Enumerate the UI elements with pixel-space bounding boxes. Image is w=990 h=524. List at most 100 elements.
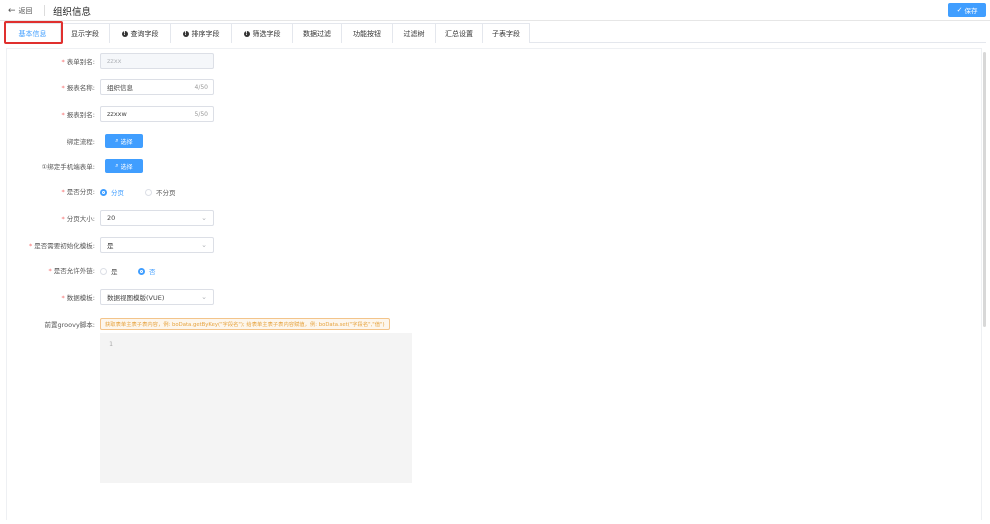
- tab-subtable-fields[interactable]: 子表字段: [482, 23, 530, 43]
- form-row-bind-flow: 绑定流程: ⌕ 选择: [0, 133, 990, 149]
- form-row-data-template: * 数据模板: 数据视图模版(VUE) ⌄: [0, 289, 990, 305]
- arrow-left-icon: ←: [8, 5, 16, 16]
- report-alias-input[interactable]: zzxxw 5/50: [100, 106, 214, 122]
- char-count: 4/50: [194, 83, 208, 91]
- required-mark: *: [61, 188, 65, 196]
- radio-label: 否: [149, 268, 156, 276]
- radio-dot: [100, 267, 107, 275]
- field-label: * 数据模板:: [61, 294, 95, 302]
- chevron-down-icon: ⌄: [201, 214, 207, 222]
- form-row-report-alias: * 报表别名: zzxxw 5/50: [0, 106, 990, 122]
- field-label: * 报表别名:: [61, 111, 95, 119]
- radio-external-yes[interactable]: 是: [100, 266, 118, 276]
- required-mark: *: [61, 58, 65, 66]
- form-row-table-alias: * 表单别名: zzxx: [0, 53, 990, 69]
- select-value: 是: [107, 242, 114, 250]
- init-template-select[interactable]: 是 ⌄: [100, 237, 214, 253]
- tab-data-filter[interactable]: 数据过滤: [292, 23, 342, 43]
- info-icon: !: [182, 30, 189, 37]
- save-button[interactable]: ✓ 保存: [948, 3, 986, 17]
- tab-label: 基本信息: [18, 29, 47, 38]
- tab-filter-fields[interactable]: ! 筛选字段: [231, 23, 293, 43]
- radio-paging-yes[interactable]: 分页: [100, 187, 124, 197]
- radio-dot: [100, 188, 107, 196]
- select-mobile-form-button[interactable]: ⌕ 选择: [105, 159, 143, 173]
- required-mark: *: [61, 84, 65, 92]
- search-icon: ⌕: [115, 137, 119, 144]
- required-mark: *: [29, 242, 33, 250]
- tab-basic-info[interactable]: 基本信息: [4, 23, 61, 43]
- select-value: 数据视图模版(VUE): [107, 294, 165, 302]
- char-count: 5/50: [194, 110, 208, 118]
- field-label: * 表单别名:: [61, 58, 95, 66]
- button-label: 选择: [120, 138, 133, 146]
- form-row-allow-external: * 是否允许外链: 是 否: [0, 262, 990, 278]
- report-name-input[interactable]: 组织信息 4/50: [100, 79, 214, 95]
- input-value: zzxxw: [107, 110, 127, 118]
- tab-summary-settings[interactable]: 汇总设置: [435, 23, 483, 43]
- form-row-bind-mobile: ①绑定手机端表单: ⌕ 选择: [0, 158, 990, 174]
- search-icon: ⌕: [115, 162, 119, 169]
- field-label: * 是否允许外链:: [48, 267, 95, 275]
- tab-label: 数据过滤: [303, 29, 331, 38]
- check-icon: ✓: [956, 6, 963, 14]
- required-mark: *: [61, 294, 65, 302]
- tab-label: 子表字段: [492, 29, 520, 38]
- radio-external-no[interactable]: 否: [138, 266, 156, 276]
- back-label: 返回: [18, 7, 33, 15]
- form-row-init-template: * 是否需要初始化模板: 是 ⌄: [0, 237, 990, 253]
- page-title: 组织信息: [53, 7, 92, 18]
- input-value: 组织信息: [107, 84, 133, 92]
- radio-label: 是: [111, 268, 118, 276]
- form-row-report-name: * 报表名称: 组织信息 4/50: [0, 79, 990, 95]
- tab-filter-tree[interactable]: 过滤树: [392, 23, 436, 43]
- field-label: ①绑定手机端表单:: [41, 163, 95, 171]
- table-alias-input[interactable]: zzxx: [100, 53, 214, 69]
- tab-label: 查询字段: [130, 29, 159, 38]
- tab-label: 功能按钮: [353, 29, 381, 38]
- tab-label: 筛选字段: [252, 29, 281, 38]
- required-mark: *: [61, 111, 65, 119]
- info-icon: !: [243, 30, 250, 37]
- required-mark: *: [61, 215, 65, 223]
- radio-paging-no[interactable]: 不分页: [145, 187, 176, 197]
- save-label: 保存: [964, 7, 978, 15]
- tab-label: 汇总设置: [445, 29, 473, 38]
- back-button[interactable]: ← 返回: [8, 5, 33, 17]
- radio-dot: [145, 188, 152, 196]
- tab-bar: 基本信息 显示字段 ! 查询字段 ! 排序字段 ! 筛选字段 数据过滤 功能按钮 过滤…: [4, 23, 986, 43]
- button-label: 选择: [120, 163, 133, 171]
- info-icon: !: [121, 30, 128, 37]
- tab-label: 过滤树: [403, 29, 425, 38]
- field-label: * 是否需要初始化模板:: [29, 242, 95, 250]
- tab-query-fields[interactable]: ! 查询字段: [109, 23, 171, 43]
- line-number: 1: [109, 340, 113, 348]
- tab-function-buttons[interactable]: 功能按钮: [341, 23, 393, 43]
- groovy-code-editor[interactable]: 1: [100, 333, 412, 483]
- chevron-down-icon: ⌄: [201, 241, 207, 249]
- data-template-select[interactable]: 数据视图模版(VUE) ⌄: [100, 289, 214, 305]
- tab-label: 排序字段: [191, 29, 220, 38]
- field-label: 绑定流程:: [66, 138, 95, 146]
- input-value: zzxx: [107, 57, 122, 65]
- page-size-select[interactable]: 20 ⌄: [100, 210, 214, 226]
- form-row-page-size: * 分页大小: 20 ⌄: [0, 210, 990, 226]
- tab-label: 显示字段: [71, 29, 99, 38]
- select-value: 20: [107, 214, 116, 222]
- radio-label: 分页: [111, 189, 124, 197]
- header-divider: [44, 5, 45, 16]
- field-label: 前置groovy脚本:: [44, 321, 96, 329]
- field-label: * 报表名称:: [61, 84, 95, 92]
- required-mark: *: [48, 267, 52, 275]
- groovy-hint: 获取表单主表子表内容，例: boData.getByKey("字段名"); 给表…: [100, 318, 390, 330]
- select-flow-button[interactable]: ⌕ 选择: [105, 134, 143, 148]
- tab-sort-fields[interactable]: ! 排序字段: [170, 23, 232, 43]
- form-row-paging: * 是否分页: 分页 不分页: [0, 183, 990, 199]
- page-header: ← 返回 组织信息 ✓ 保存: [0, 0, 990, 21]
- field-label: * 分页大小:: [61, 215, 95, 223]
- radio-label: 不分页: [156, 189, 176, 197]
- chevron-down-icon: ⌄: [201, 293, 207, 301]
- radio-dot: [138, 267, 145, 275]
- tab-display-fields[interactable]: 显示字段: [60, 23, 110, 43]
- field-label: * 是否分页:: [61, 188, 95, 196]
